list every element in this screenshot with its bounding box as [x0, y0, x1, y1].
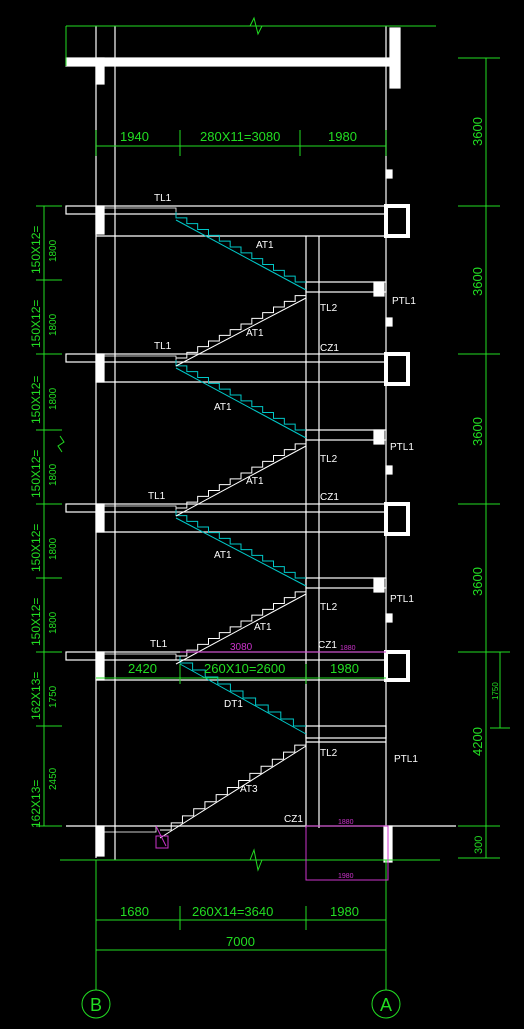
label-dt1: DT1: [224, 699, 243, 710]
dim-left-f1: 150X12=: [29, 226, 43, 274]
dim-left-f6b: 1800: [48, 611, 59, 634]
label-at1-5: AT1: [214, 550, 232, 561]
dim-left-f2: 150X12=: [29, 300, 43, 348]
label-ptl1-4: PTL1: [394, 754, 418, 765]
dim-left-f6: 150X12=: [29, 598, 43, 646]
magenta-mid-small: 1880: [338, 819, 354, 826]
dim-mid-left: 2420: [128, 661, 157, 676]
dim-right-floor3: 3600: [470, 417, 485, 446]
dim-top-middle: 280X11=3080: [200, 129, 280, 144]
cad-canvas: 1940 280X11=3080 1980 2420 260X10=2600 1…: [0, 0, 524, 1029]
label-tl2-2: TL2: [320, 454, 338, 465]
dim-mid-right: 1980: [330, 661, 359, 676]
dim-left-f8b: 2450: [48, 767, 59, 790]
dim-bottom-total: 7000: [226, 934, 255, 949]
dim-left-f3: 150X12=: [29, 376, 43, 424]
label-tl1-2: TL1: [154, 341, 172, 352]
dim-top-right: 1980: [328, 129, 357, 144]
magenta-bottom: 1980: [338, 873, 354, 880]
label-tl1-1: TL1: [154, 193, 172, 204]
grid-axis-a: A: [380, 995, 392, 1015]
label-tl2-4: TL2: [320, 748, 338, 759]
dim-left-f7: 162X13=: [29, 672, 43, 720]
dim-right-small: 1750: [491, 682, 500, 700]
label-at3: AT3: [240, 784, 258, 795]
dim-left-f4b: 1800: [48, 463, 59, 486]
dim-top-left: 1940: [120, 129, 149, 144]
label-cz1-1: CZ1: [320, 343, 339, 354]
label-tl1-3: TL1: [148, 491, 166, 502]
label-tl2-1: TL2: [320, 303, 338, 314]
dim-right-floor1: 3600: [470, 117, 485, 146]
label-tl2-3: TL2: [320, 602, 338, 613]
label-at1-6: AT1: [254, 622, 272, 633]
dim-left-f5: 150X12=: [29, 524, 43, 572]
label-cz1-4: CZ1: [284, 814, 303, 825]
dim-left-f3b: 1800: [48, 387, 59, 410]
dim-right-floor5: 4200: [470, 727, 485, 756]
label-ptl1-2: PTL1: [390, 442, 414, 453]
dim-left-f1b: 1800: [48, 239, 59, 262]
dim-right-base: 300: [473, 836, 485, 854]
label-at1-2: AT1: [246, 328, 264, 339]
dim-bottom-left: 1680: [120, 904, 149, 919]
roof-parapet: [389, 27, 401, 89]
dim-left-f8: 162X13=: [29, 780, 43, 828]
label-at1-1: AT1: [256, 240, 274, 251]
magenta-top-dim: 3080: [230, 642, 253, 653]
dim-right-floor4: 3600: [470, 567, 485, 596]
dim-mid-middle: 260X10=2600: [204, 661, 285, 676]
dim-left-f2b: 1800: [48, 313, 59, 336]
magenta-top-small: 1880: [340, 645, 356, 652]
label-cz1-2: CZ1: [320, 492, 339, 503]
label-cz1-3: CZ1: [318, 640, 337, 651]
dim-right-floor2: 3600: [470, 267, 485, 296]
label-ptl1-1: PTL1: [392, 296, 416, 307]
label-at1-4: AT1: [246, 476, 264, 487]
dim-bottom-middle: 260X14=3640: [192, 904, 273, 919]
stair-section-drawing: 1940 280X11=3080 1980 2420 260X10=2600 1…: [0, 0, 524, 1029]
dim-left-f7b: 1750: [48, 685, 59, 708]
label-at1-3: AT1: [214, 402, 232, 413]
dim-bottom-right: 1980: [330, 904, 359, 919]
dim-left-f4: 150X12=: [29, 450, 43, 498]
grid-axis-b: B: [90, 995, 102, 1015]
label-tl1-4: TL1: [150, 639, 168, 650]
dim-left-f5b: 1800: [48, 537, 59, 560]
label-ptl1-3: PTL1: [390, 594, 414, 605]
